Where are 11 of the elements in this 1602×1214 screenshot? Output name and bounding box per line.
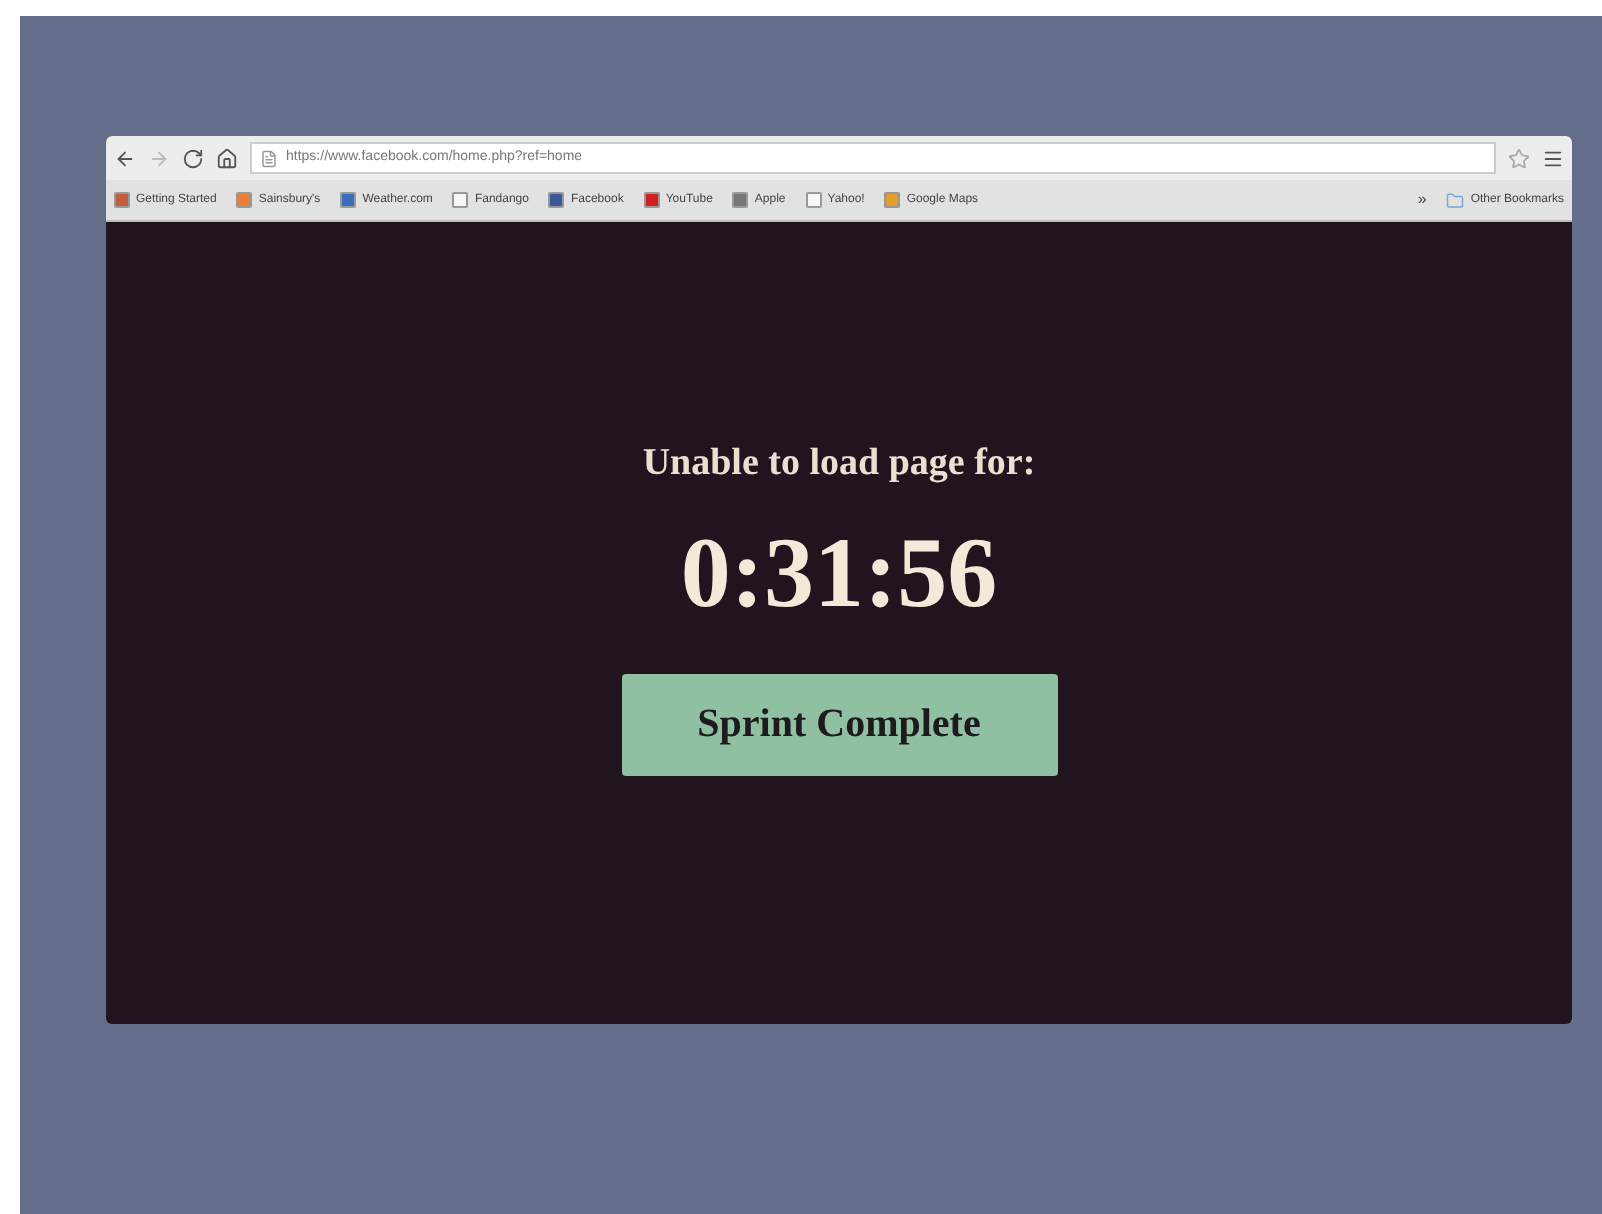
reload-icon[interactable]	[182, 147, 204, 169]
message-text: Unable to load page for:	[642, 440, 1036, 488]
home-icon[interactable]	[216, 147, 238, 169]
timer-text: 0:31:56	[680, 521, 998, 621]
star-icon[interactable]	[1508, 147, 1530, 169]
sprint-complete-button[interactable]: Sprint Complete	[621, 673, 1057, 775]
overflow-chevron[interactable]: »	[1417, 188, 1427, 212]
page-icon	[260, 149, 278, 167]
folder-icon	[1446, 191, 1465, 209]
back-icon[interactable]	[114, 147, 136, 169]
menu-icon[interactable]	[1542, 147, 1564, 169]
